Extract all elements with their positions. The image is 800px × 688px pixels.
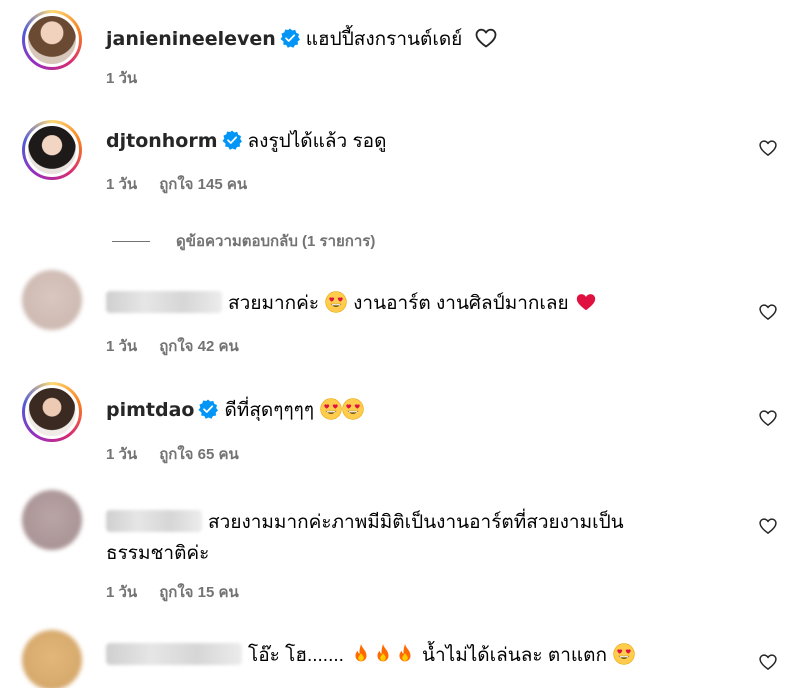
comment-username-blurred[interactable]: [106, 643, 242, 665]
fire-emoji: [372, 643, 394, 665]
comment-text: ลงรูปได้แล้ว รอดู: [247, 131, 387, 152]
replies-divider: [112, 240, 150, 242]
comment-time[interactable]: 1 วัน: [106, 70, 137, 87]
comment-text: แฮปปี้สงกรานต์เดย์: [305, 29, 463, 50]
heart-outline-icon: [474, 26, 498, 50]
comment-username[interactable]: djtonhorm: [106, 130, 218, 152]
verified-badge-icon: [222, 130, 242, 150]
comment-time[interactable]: 1 วัน: [106, 446, 137, 463]
heart-outline-icon[interactable]: [758, 516, 778, 536]
comment-text-continued: น้ำไม่ได้เล่นละ ตาแตก: [422, 645, 607, 666]
avatar[interactable]: [22, 120, 82, 180]
comment-time[interactable]: 1 วัน: [106, 338, 137, 355]
heart-outline-icon[interactable]: [758, 302, 778, 322]
avatar[interactable]: [22, 10, 82, 70]
fire-emoji: [394, 643, 416, 665]
comment-likes[interactable]: ถูกใจ 42 คน: [159, 338, 239, 355]
comment-text-continued: งานอาร์ต งานศิลป์มากเลย: [353, 293, 569, 314]
fire-emoji: [350, 643, 372, 665]
comment-likes[interactable]: ถูกใจ 15 คน: [159, 584, 239, 601]
heart-eyes-emoji: [342, 398, 364, 420]
comment-username-blurred[interactable]: [106, 510, 202, 532]
comment-likes[interactable]: ถูกใจ 145 คน: [159, 176, 247, 193]
comment-text-continued: ธรรมชาติค่ะ: [106, 543, 210, 564]
avatar[interactable]: [22, 630, 82, 688]
comment-text: สวยงามมากค่ะภาพมีมิติเป็นงานอาร์ตที่สวยง…: [208, 512, 624, 533]
heart-eyes-emoji: [320, 398, 342, 420]
comment-text: โอ๊ะ โฮ.......: [248, 645, 344, 666]
comment-text: สวยมากค่ะ: [228, 293, 320, 314]
view-replies-label: ดูข้อความตอบกลับ (1 รายการ): [176, 233, 376, 250]
comment-time[interactable]: 1 วัน: [106, 584, 137, 601]
comment-likes[interactable]: ถูกใจ 65 คน: [159, 446, 239, 463]
heart-eyes-emoji: [613, 643, 635, 665]
verified-badge-icon: [280, 28, 300, 48]
avatar[interactable]: [22, 382, 82, 442]
avatar[interactable]: [22, 490, 82, 550]
red-heart-emoji: [575, 291, 597, 313]
avatar[interactable]: [22, 270, 82, 330]
comment-text: ดีที่สุดๆๆๆๆ: [224, 400, 315, 421]
view-replies-button[interactable]: ดูข้อความตอบกลับ (1 รายการ): [112, 229, 375, 253]
heart-outline-icon[interactable]: [758, 652, 778, 672]
heart-outline-icon[interactable]: [758, 408, 778, 428]
heart-outline-icon[interactable]: [758, 138, 778, 158]
heart-eyes-emoji: [325, 291, 347, 313]
comment-username-blurred[interactable]: [106, 291, 222, 313]
verified-badge-icon: [198, 399, 218, 419]
comment-username[interactable]: pimtdao: [106, 399, 194, 421]
comment-time[interactable]: 1 วัน: [106, 176, 137, 193]
comment-username[interactable]: janienineeleven: [106, 28, 276, 50]
